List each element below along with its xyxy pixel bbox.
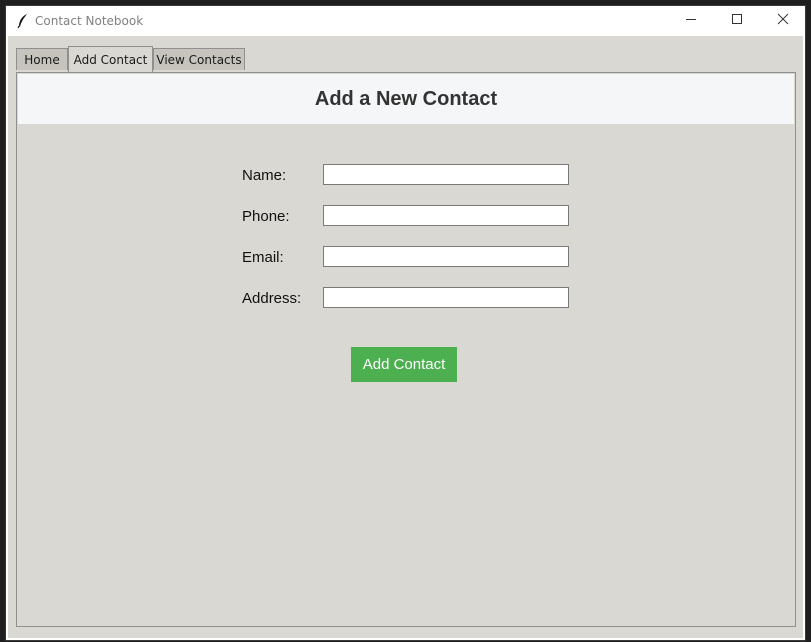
close-button[interactable] [760,6,806,36]
minimize-button[interactable] [668,6,714,36]
tab-add-contact[interactable]: Add Contact [68,46,153,72]
add-contact-pane: Add a New Contact Name: Phone: Email: Ad… [16,72,796,627]
window-title: Contact Notebook [35,14,144,28]
app-window: Contact Notebook Home Add Contact View C… [6,6,805,640]
title-bar[interactable]: Contact Notebook [6,6,805,36]
feather-icon [16,13,30,29]
name-field[interactable] [323,164,569,185]
close-icon [777,12,789,30]
address-label: Address: [242,290,302,307]
window-client-area: Home Add Contact View Contacts Add a New… [8,36,803,638]
name-label: Name: [242,167,287,184]
email-field[interactable] [323,246,569,267]
add-contact-button[interactable]: Add Contact [351,347,457,382]
phone-label: Phone: [242,208,290,225]
minimize-icon [685,12,697,30]
email-label: Email: [242,249,284,266]
tab-home[interactable]: Home [16,48,68,70]
tab-view-contacts[interactable]: View Contacts [153,48,245,70]
phone-field[interactable] [323,205,569,226]
maximize-button[interactable] [714,6,760,36]
address-field[interactable] [323,287,569,308]
page-header: Add a New Contact [18,74,794,124]
maximize-icon [731,12,743,30]
page-title: Add a New Contact [314,87,498,110]
